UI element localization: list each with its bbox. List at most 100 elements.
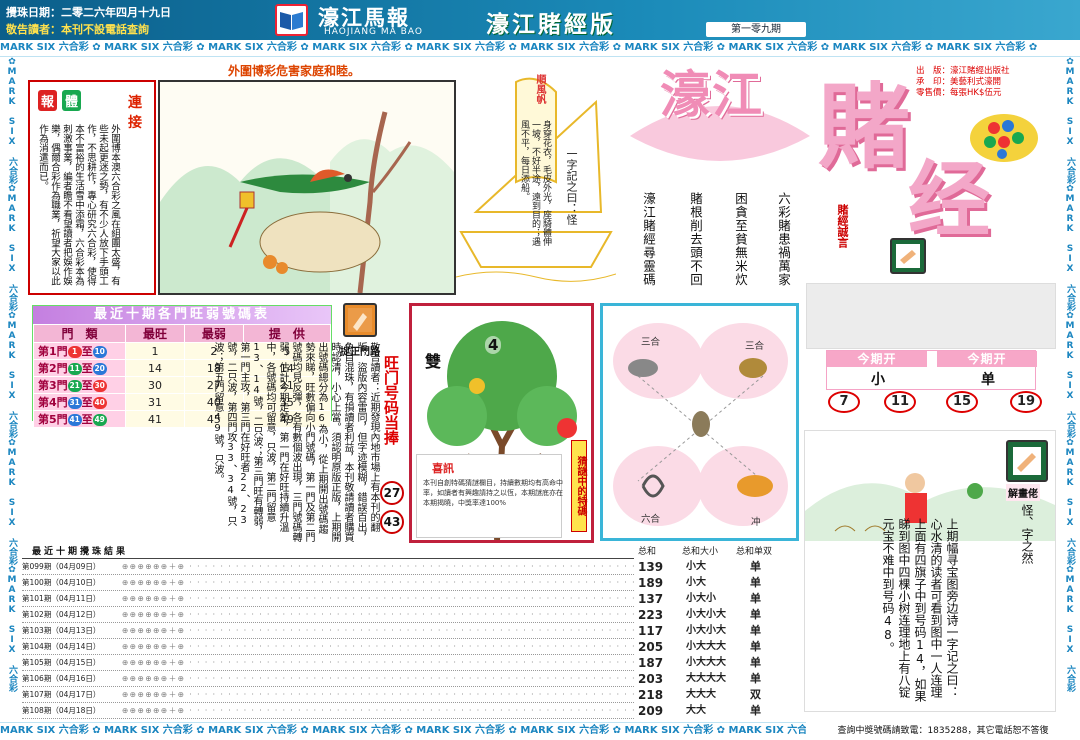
door-label: 第4門 [38,396,68,409]
news-title: 喜訊 [432,462,454,475]
forecast-number: 11 [884,391,916,413]
result-issue: 第102期（04月12日） [22,610,101,619]
proverb-1: 六彩賭患禍萬家 [776,192,791,287]
result-dots: ⊕⊕⊕⊕⊕⊕＋⊕ · · · · · · · · · · · · · · · ·… [122,690,634,699]
motto: 賭經誠言 [836,204,849,248]
result-row: 第101期（04月11日） ⊕⊕⊕⊕⊕⊕＋⊕ · · · · · · · · · … [22,591,634,607]
summary-row: 137 小大小 单 [634,591,806,607]
result-row: 第106期（04月16日） ⊕⊕⊕⊕⊕⊕＋⊕ · · · · · · · · · … [22,671,634,687]
summary-odd: 双 [750,688,761,701]
summary-size: 小大小 [686,593,716,604]
summary-total: 223 [638,608,664,622]
forecast-odd-even: 单 [981,372,995,388]
summary-total: 187 [638,656,664,670]
lottery-balls-emblem [968,110,1040,166]
recent-results: 最近十期攪珠結果 第099期（04月09日） ⊕⊕⊕⊕⊕⊕＋⊕ · · · · ·… [22,546,634,722]
summary-odd: 单 [750,608,761,621]
zodiac-label: 三合 [745,341,765,352]
result-issue: 第100期（04月10日） [22,578,101,587]
summary-odd: 单 [750,624,761,637]
hand-writing-icon [1006,440,1048,482]
summary-odd: 单 [750,640,761,653]
big-title-haojiang: 濠江 [660,66,764,124]
col-header: 提 供 [242,324,332,343]
table-title: 最近十期各門旺弱號碼表 [33,306,331,324]
edition-title: 濠江賭經版 [486,12,616,38]
result-row: 第104期（04月14日） ⊕⊕⊕⊕⊕⊕＋⊕ · · · · · · · · · … [22,639,634,655]
result-dots: ⊕⊕⊕⊕⊕⊕＋⊕ · · · · · · · · · · · · · · · ·… [122,706,634,715]
issue-number: 第一零九期 [706,22,806,37]
story-panel: 報 體 連接 外圍博本澳六合彩之風在組團太盛，有些未起更迷之勢，有不少人放下手頭… [28,80,156,295]
bottom-border-band: MARK SIX 六合彩 ✿ MARK SIX 六合彩 ✿ MARK SIX 六… [0,722,810,740]
forecast-size: 小 [871,372,885,388]
story-text: 外圍博本澳六合彩之風在組團太盛，有些未起更迷之勢，有不少人放下手頭工作，不思耕作… [37,124,120,286]
top-border-band: MARK SIX 六合彩 ✿ MARK SIX 六合彩 ✿ MARK SIX 六… [0,40,1080,57]
result-row: 第105期（04月15日） ⊕⊕⊕⊕⊕⊕＋⊕ · · · · · · · · · … [22,655,634,671]
ship-title: 順風帆 [534,74,545,104]
left-border-band: ✿MARK SIX 六合彩✿MARK SIX 六合彩✿MARK SIX 六合彩✿… [7,57,17,692]
summary-size: 小大大大 [686,641,726,652]
summary-row: 218 大大大 双 [634,687,806,703]
right-border-band: ✿MARK SIX 六合彩✿MARK SIX 六合彩✿MARK SIX 六合彩✿… [1065,57,1075,692]
summary-total: 117 [638,624,664,638]
summary-head-size: 总和大小 [682,547,719,557]
result-issue: 第107期（04月17日） [22,690,101,699]
proverb-4: 濠江賭經尋靈碼 [641,192,656,287]
result-row: 第099期（04月09日） ⊕⊕⊕⊕⊕⊕＋⊕ · · · · · · · · · … [22,559,634,575]
story-heading: 連接 [128,95,142,131]
zodiac-label: 六合 [641,514,661,525]
door-label: 第3門 [38,379,68,392]
puzzle-text: 上期幅寻宝图旁边诗一字记之曰：心水清的读者可看到图中一人连理上面有四旗子中到号码… [881,518,959,702]
summary-size: 大大 [686,705,706,716]
bird-painting [158,80,456,295]
forecast-tab-title: 今期开 [827,351,927,367]
result-dots: ⊕⊕⊕⊕⊕⊕＋⊕ · · · · · · · · · · · · · · · ·… [122,626,634,635]
summary-size: 小大大大 [686,657,726,668]
result-dots: ⊕⊕⊕⊕⊕⊕＋⊕ · · · · · · · · · · · · · · · ·… [122,674,634,683]
big-title-jing: 经 [908,153,991,248]
proverb-2: 困貪至貧無米炊 [733,192,748,287]
summary-size: 大大大大 [686,673,726,684]
door-label: 第5門 [38,413,68,426]
summary-odd: 单 [750,672,761,685]
big-title-du: 賭 [818,74,911,181]
summary-total: 205 [638,640,664,654]
summary-row: 189 小大 单 [634,575,806,591]
summary-odd: 单 [750,576,761,589]
summary-odd: 单 [750,656,761,669]
publisher-line: 承 印：美藝利式濠開 [916,77,1002,87]
result-issue: 第104期（04月14日） [22,642,101,651]
summary-size: 小大小大 [686,609,726,620]
draw-date: 攪珠日期：二零二六年四月十九日 [6,6,171,19]
summary-odd: 单 [750,560,761,573]
footer-hotline: 查詢中獎號碼請致電：1835288，其它電話恕不答復 [806,722,1080,740]
paper-pinyin: HAOJIANG MA BAO [324,27,423,37]
puzzle-label: 解畫佬 [1006,484,1040,501]
forecast-number: 7 [828,391,860,413]
story-tag-1: 報 [38,90,58,111]
summary-odd: 单 [750,592,761,605]
painting-caption: 外圍博彩危害家庭和睦。 [228,64,361,78]
result-row: 第107期（04月17日） ⊕⊕⊕⊕⊕⊕＋⊕ · · · · · · · · · … [22,687,634,703]
summary-size: 小大 [686,577,706,588]
summary-total: 139 [638,560,664,574]
gesture-sign-icon [343,303,377,337]
zodiac-label: 冲 [751,517,761,528]
result-row: 第100期（04月10日） ⊕⊕⊕⊕⊕⊕＋⊕ · · · · · · · · · … [22,575,634,591]
story-tag-2: 體 [62,90,82,111]
summary-size: 小大 [686,561,706,572]
col-header: 門 類 [33,324,126,343]
result-issue: 第101期（04月11日） [22,594,101,603]
blank-grey-box [806,283,1056,349]
publisher-line: 零售價：每張HK$伍元 [916,88,1002,98]
summary-total: 218 [638,688,664,702]
door-label: 第1門 [38,345,68,358]
summary-head-odd: 总和单双 [736,547,773,557]
summary-odd: 单 [750,704,761,717]
proverb-3: 賭根削去頭不回 [688,192,703,287]
summary-row: 139 小大 单 [634,559,806,575]
reader-warning: 敬告讀者：本刊不設電話查詢 [6,23,149,36]
forecast-number: 19 [1010,391,1042,413]
tree-number: 4 [485,336,502,354]
summary-total: 137 [638,592,664,606]
